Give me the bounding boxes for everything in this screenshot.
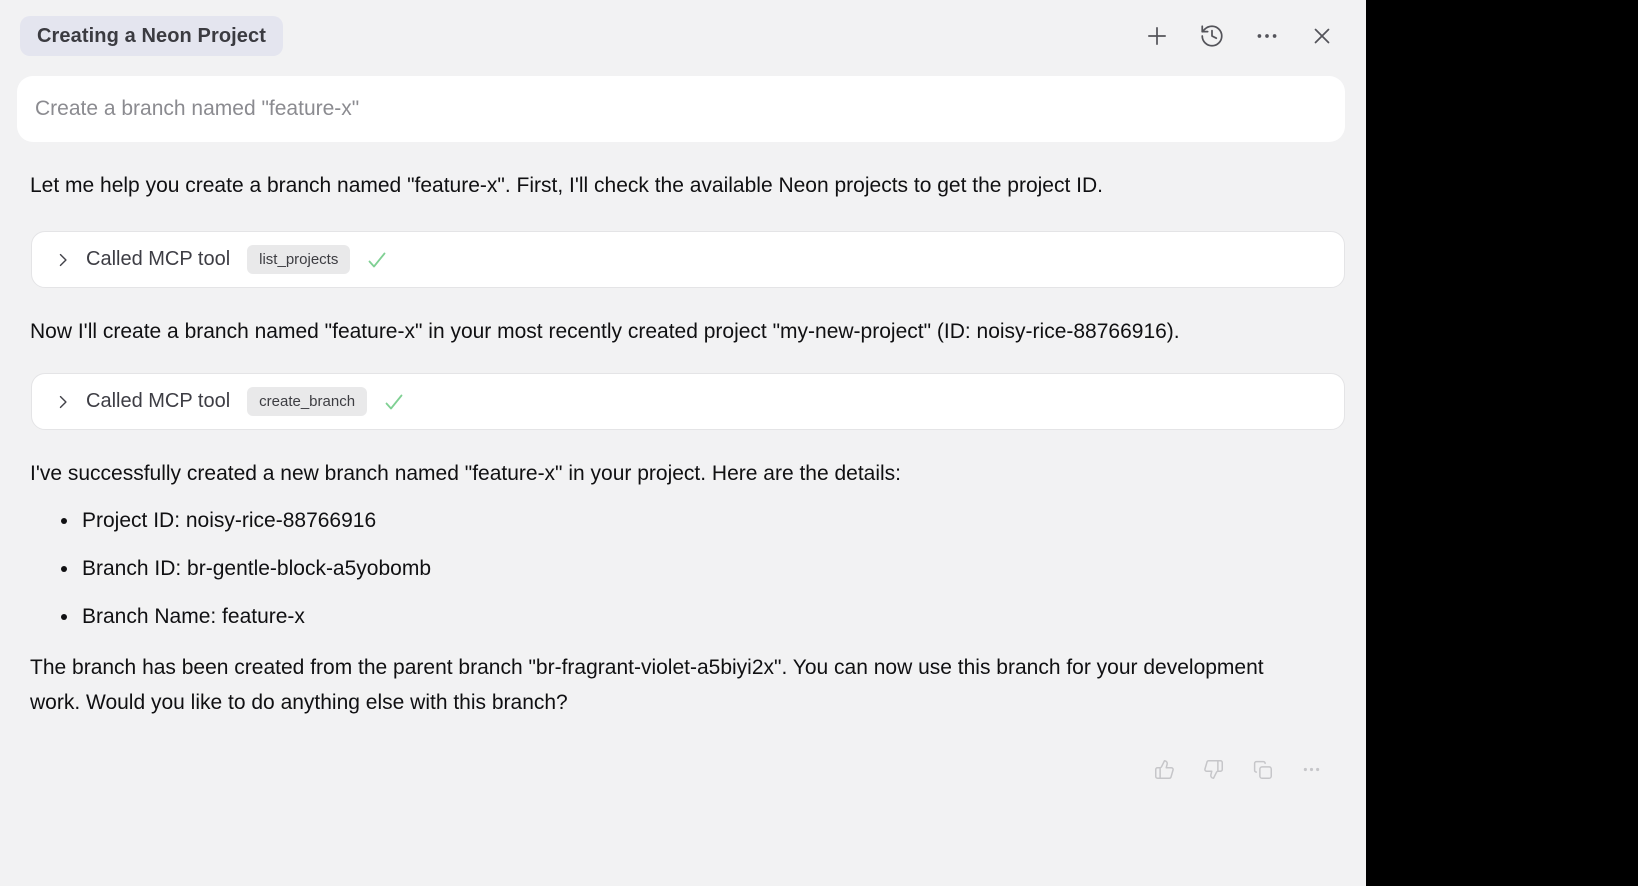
assistant-paragraph: Let me help you create a branch named "f… — [30, 168, 1278, 203]
tool-name-chip: create_branch — [247, 387, 367, 416]
message-input[interactable]: Create a branch named "feature-x" — [17, 76, 1345, 142]
chat-window: Creating a Neon Project — [0, 0, 1366, 886]
right-letterbox — [1366, 0, 1638, 886]
tool-call-list-projects[interactable]: Called MCP tool list_projects — [31, 231, 1345, 288]
assistant-paragraph: I've successfully created a new branch n… — [30, 456, 1278, 491]
history-icon — [1199, 23, 1225, 49]
thumbs-down-icon — [1203, 759, 1224, 780]
list-item: Project ID: noisy-rice-88766916 — [80, 503, 1336, 538]
tool-call-label: Called MCP tool — [86, 248, 230, 271]
more-options-button[interactable] — [1253, 22, 1281, 50]
chevron-right-icon — [53, 392, 73, 412]
tool-call-create-branch[interactable]: Called MCP tool create_branch — [31, 373, 1345, 430]
new-chat-button[interactable] — [1143, 22, 1171, 50]
header: Creating a Neon Project — [0, 0, 1366, 56]
ellipsis-icon — [1301, 759, 1322, 780]
history-button[interactable] — [1198, 22, 1226, 50]
assistant-paragraph: Now I'll create a branch named "feature-… — [30, 314, 1278, 349]
message-actions — [30, 758, 1336, 780]
list-item: Branch Name: feature-x — [80, 599, 1336, 634]
assistant-paragraph: The branch has been created from the par… — [30, 650, 1278, 720]
list-item: Branch ID: br-gentle-block-a5yobomb — [80, 551, 1336, 586]
chevron-right-icon — [53, 250, 73, 270]
plus-icon — [1144, 23, 1170, 49]
copy-icon — [1252, 759, 1273, 780]
thumbs-up-icon — [1154, 759, 1175, 780]
ellipsis-icon — [1254, 23, 1280, 49]
thumbs-down-button[interactable] — [1202, 758, 1224, 780]
message-input-text: Create a branch named "feature-x" — [35, 97, 359, 121]
tool-call-label: Called MCP tool — [86, 390, 230, 413]
message-more-button[interactable] — [1300, 758, 1322, 780]
thumbs-up-button[interactable] — [1153, 758, 1175, 780]
conversation-title[interactable]: Creating a Neon Project — [20, 16, 283, 56]
close-button[interactable] — [1308, 22, 1336, 50]
close-icon — [1309, 23, 1335, 49]
check-icon — [382, 390, 406, 414]
header-actions — [1143, 22, 1336, 50]
branch-details-list: Project ID: noisy-rice-88766916 Branch I… — [30, 503, 1336, 634]
copy-button[interactable] — [1251, 758, 1273, 780]
check-icon — [365, 248, 389, 272]
conversation-body: Let me help you create a branch named "f… — [0, 168, 1366, 780]
tool-name-chip: list_projects — [247, 245, 350, 274]
